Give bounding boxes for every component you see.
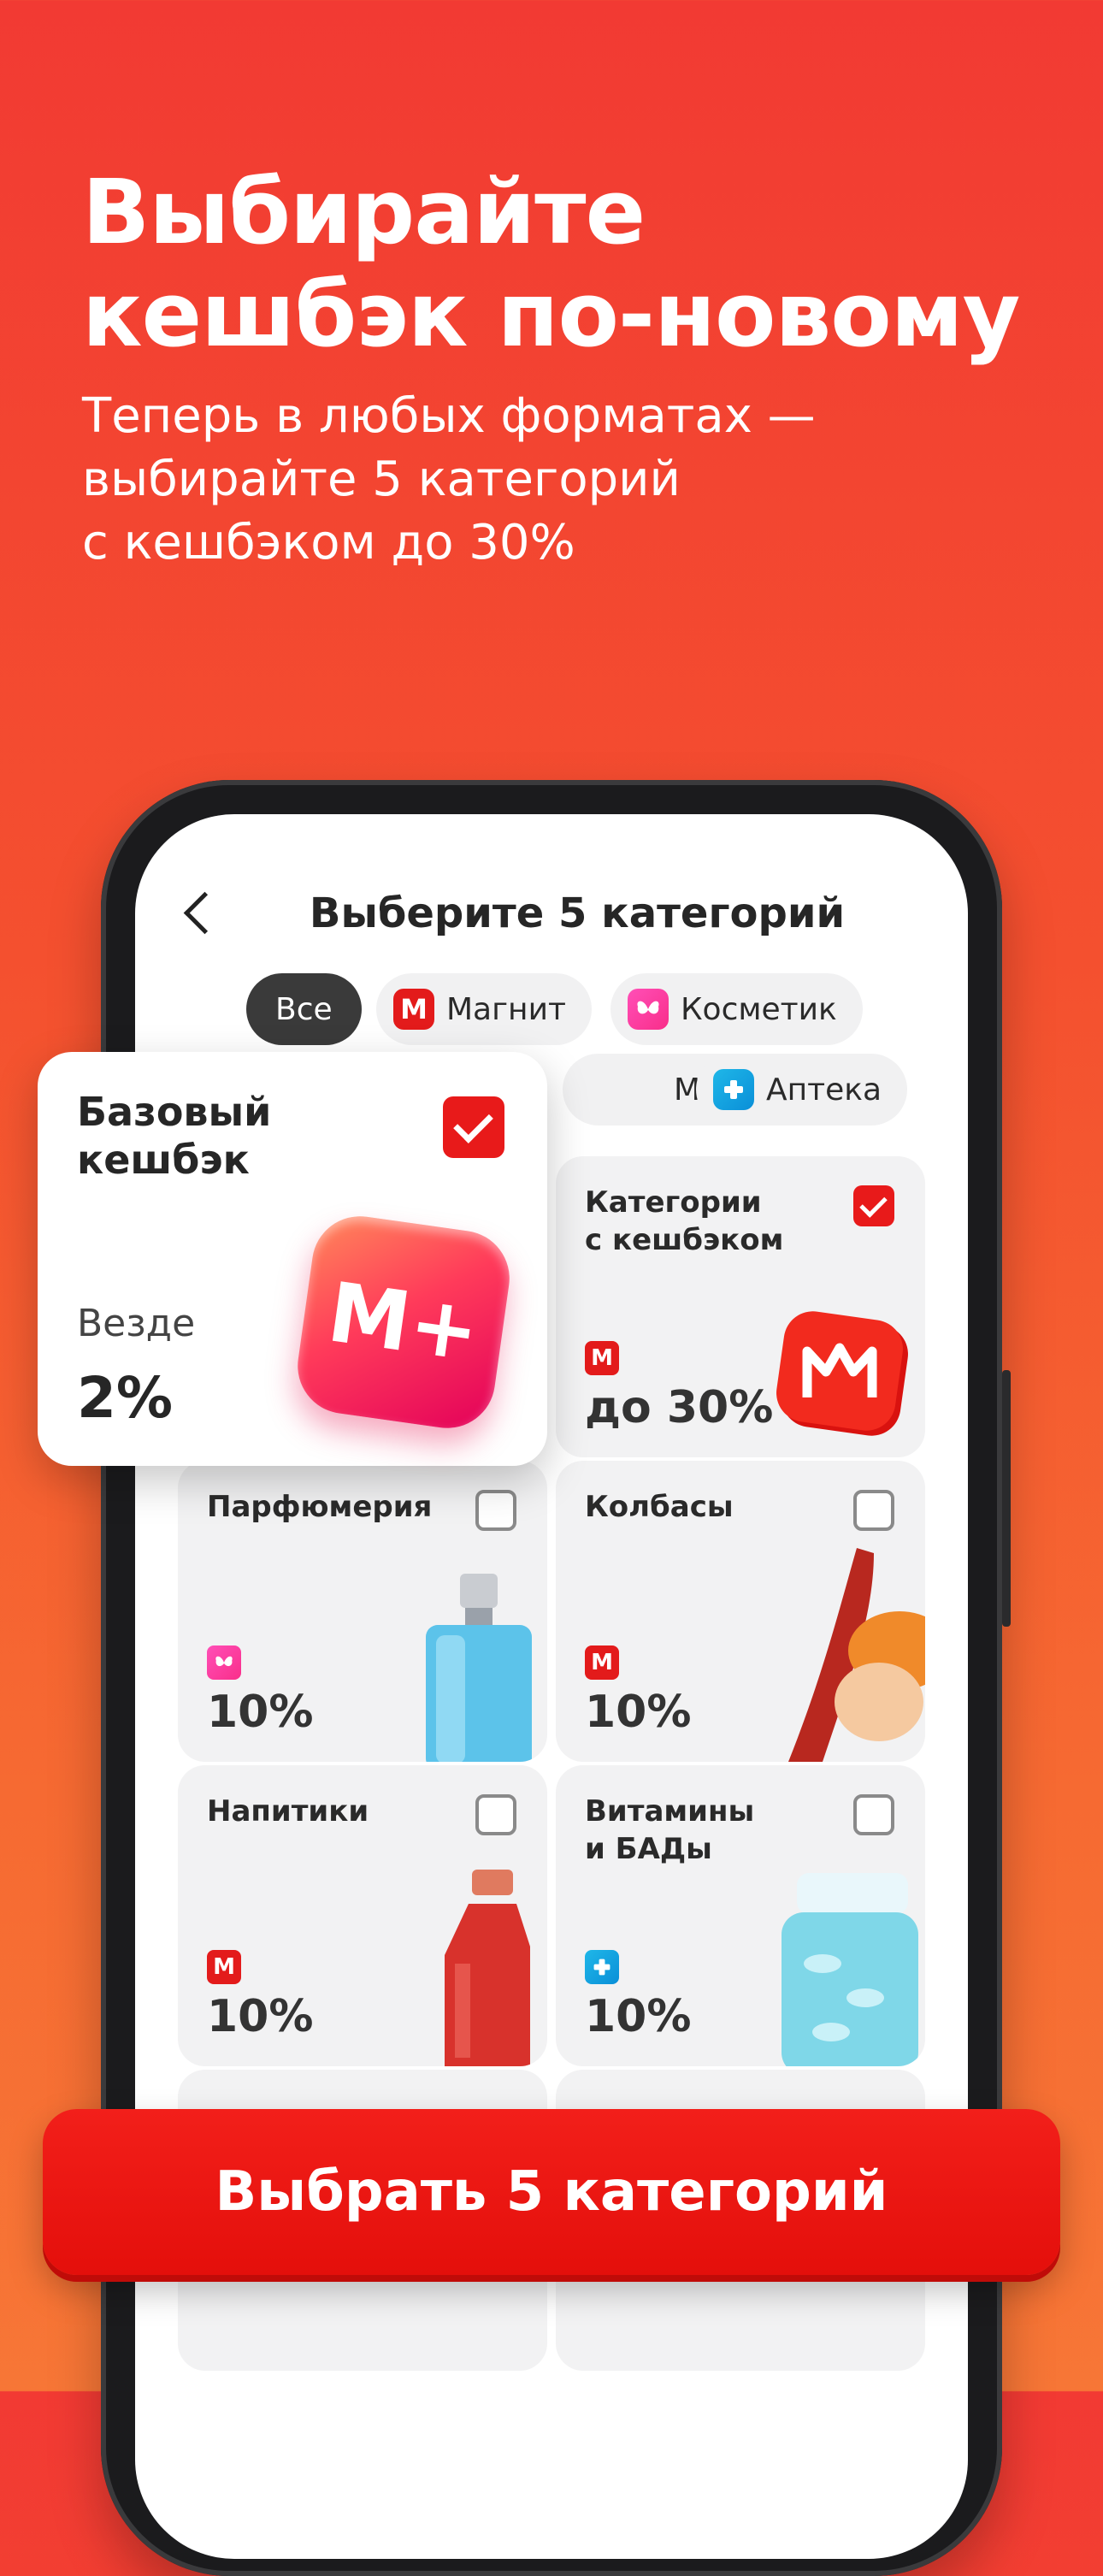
category-percent: 10% xyxy=(207,1991,314,2042)
hero-title-line1: Выбирайте xyxy=(82,160,646,264)
category-title: Напитики xyxy=(207,1794,369,1829)
vitamin-jar-icon xyxy=(782,1873,918,2066)
phone-frame: Выберите 5 категорий Все М Магнит Космет… xyxy=(92,780,1011,2576)
category-percent: 10% xyxy=(207,1687,314,1738)
hero-subtitle-line1: Теперь в любых форматах — xyxy=(82,388,816,444)
category-percent: 10% xyxy=(585,1687,692,1738)
chip-label: Аптека xyxy=(766,1072,882,1108)
hero-subtitle-line2: выбирайте 5 категорий xyxy=(82,452,681,507)
hero-title: Выбирайте кешбэк по-новому xyxy=(82,160,1020,367)
filter-chip-all[interactable]: Все xyxy=(246,973,362,1045)
nav-bar: Выберите 5 категорий xyxy=(135,866,968,960)
hero: Выбирайте кешбэк по-новому Теперь в любы… xyxy=(82,160,1020,575)
magnit-icon: М xyxy=(393,989,434,1030)
filter-chip-cosmetic[interactable]: Косметик xyxy=(610,973,863,1045)
category-card[interactable]: Напитики М 10% xyxy=(178,1765,547,2066)
category-card[interactable]: Парфюмерия 10% xyxy=(178,1461,547,1762)
m-plus-icon: М+ xyxy=(291,1209,516,1435)
filter-chip-apteka[interactable]: Аптека xyxy=(696,1054,908,1126)
perfume-bottle-icon xyxy=(426,1574,532,1762)
phone-button xyxy=(1002,1370,1011,1627)
cross-icon xyxy=(713,1069,754,1110)
base-cashback-percent: 2% xyxy=(77,1365,174,1431)
category-title: Витамины и БАДы xyxy=(585,1794,755,1866)
hero-title-line2: кешбэк по-новому xyxy=(82,263,1020,367)
chip-label: Магнит xyxy=(446,991,566,1027)
butterfly-icon xyxy=(628,989,669,1030)
category-checkbox[interactable] xyxy=(475,1794,516,1835)
cross-icon xyxy=(585,1950,619,1984)
category-checkbox[interactable] xyxy=(853,1185,894,1226)
chip-label: Все xyxy=(275,991,333,1027)
base-cashback-title: Базовый кешбэк xyxy=(77,1089,272,1183)
page-title: Выберите 5 категорий xyxy=(309,889,846,937)
category-percent: до 30% xyxy=(585,1382,774,1433)
category-title: Категории с кешбэком xyxy=(585,1185,784,1257)
category-percent: 10% xyxy=(585,1991,692,2042)
category-checkbox[interactable] xyxy=(475,1490,516,1531)
drink-bottle-icon xyxy=(445,1870,530,2066)
category-card[interactable]: Витамины и БАДы 10% xyxy=(556,1765,925,2066)
sausage-icon xyxy=(788,1548,925,1762)
butterfly-icon xyxy=(207,1645,241,1680)
category-checkbox[interactable] xyxy=(853,1490,894,1531)
magnit-logo-icon xyxy=(776,1311,908,1436)
chip-label: Косметик xyxy=(681,991,837,1027)
magnit-icon: М xyxy=(207,1950,241,1984)
hero-subtitle: Теперь в любых форматах — выбирайте 5 ка… xyxy=(82,385,1019,575)
select-categories-button[interactable]: Выбрать 5 категорий xyxy=(43,2109,1060,2275)
category-checkbox[interactable] xyxy=(853,1794,894,1835)
filter-chip-magnit[interactable]: М Магнит xyxy=(376,973,592,1045)
category-card[interactable]: Категории с кешбэком М до 30% xyxy=(556,1156,925,1457)
magnit-icon: М xyxy=(585,1341,619,1375)
category-card[interactable]: Колбасы М 10% xyxy=(556,1461,925,1762)
base-cashback-place: Везде xyxy=(77,1302,196,1345)
base-cashback-card[interactable]: Базовый кешбэк Везде 2% М+ xyxy=(38,1052,547,1466)
magnit-icon: М xyxy=(585,1645,619,1680)
category-title: Колбасы xyxy=(585,1490,734,1524)
category-title: Парфюмерия xyxy=(207,1490,433,1524)
base-cashback-checkbox[interactable] xyxy=(443,1096,504,1158)
hero-subtitle-line3: с кешбэком до 30% xyxy=(82,515,575,570)
